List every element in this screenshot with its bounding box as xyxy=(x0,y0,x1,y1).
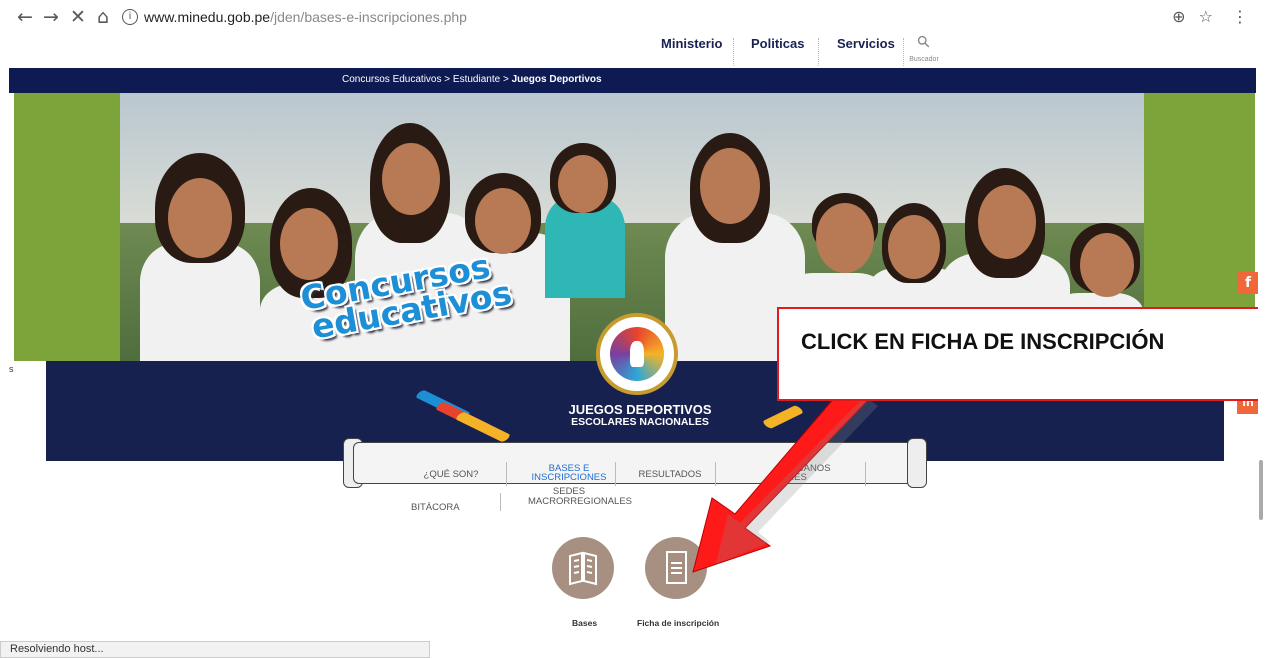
scrollbar-thumb[interactable] xyxy=(1259,460,1263,520)
annotation-callout: CLICK EN FICHA DE INSCRIPCIÓN xyxy=(777,307,1262,401)
stray-mark: s xyxy=(9,364,14,374)
status-bar: Resolviendo host... xyxy=(0,641,430,658)
callout-text: CLICK EN FICHA DE INSCRIPCIÓN xyxy=(801,329,1165,354)
page-scrollbar[interactable] xyxy=(1258,93,1264,658)
